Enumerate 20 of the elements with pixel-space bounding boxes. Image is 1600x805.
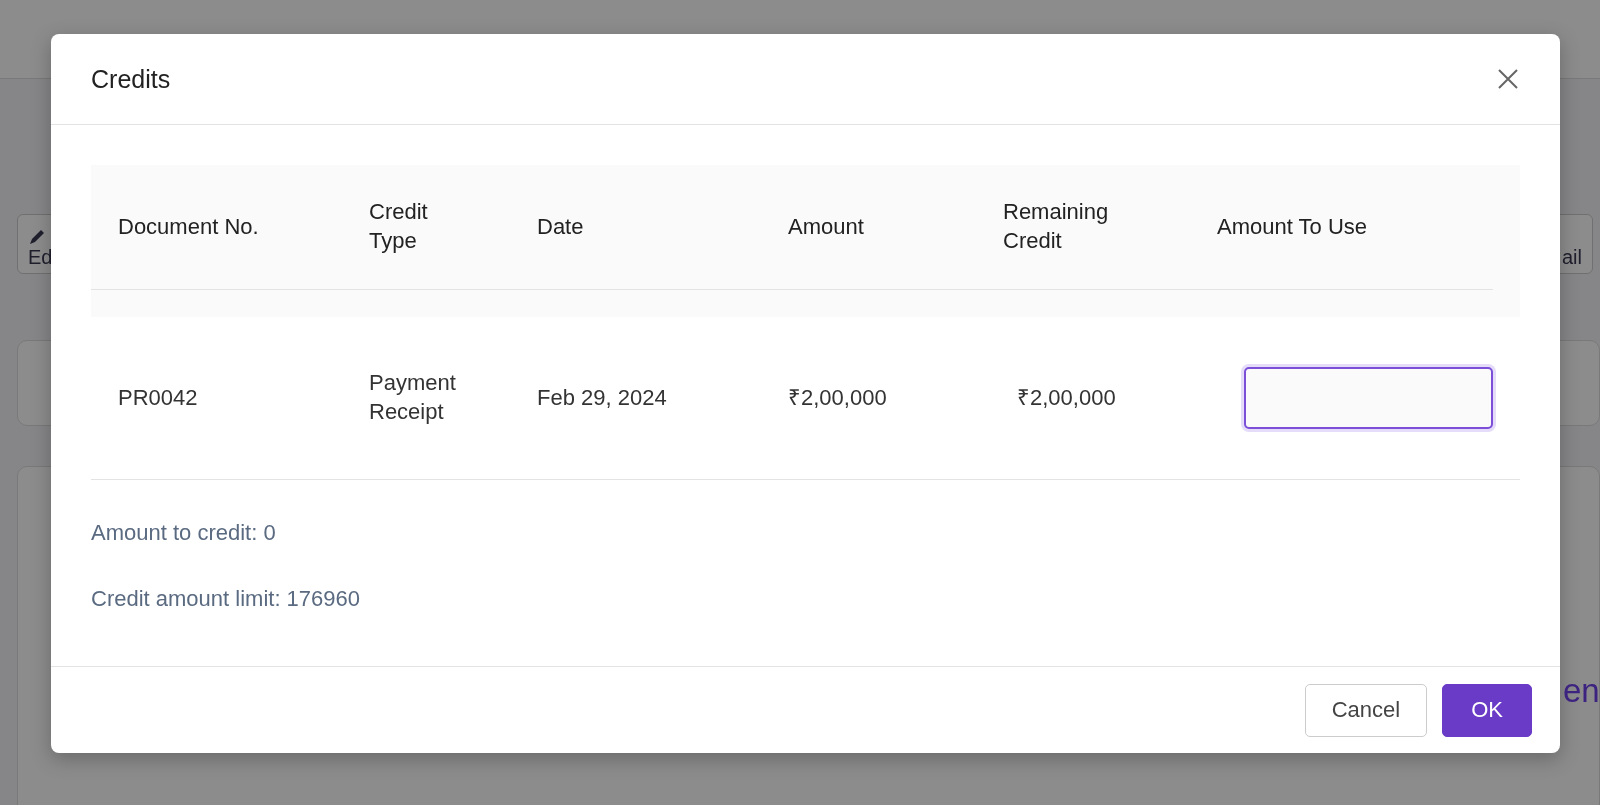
table-cell-text: PR0042 [118,383,199,412]
ok-button[interactable]: OK [1442,683,1532,737]
column-header: Credit Type [369,198,429,255]
table-cell-text: Feb 29, 2024 [537,383,668,412]
summary-text: Amount to credit: 0 [91,520,277,546]
close-icon[interactable] [1498,69,1518,89]
summary-text: Credit amount limit: 176960 [91,586,362,612]
table-cell-text: ₹2,00,000 [1016,383,1117,412]
table-cell-text: Payment Receipt [369,369,457,426]
column-header: Amount To Use [1217,212,1368,241]
column-header: Remaining Credit [1003,198,1110,255]
table-cell-text: ₹2,00,000 [788,383,888,412]
pencil-icon [28,228,46,246]
column-header: Document No. [118,212,260,241]
column-header: Date [537,212,585,241]
input-field[interactable] [1244,367,1493,429]
column-header: Amount [788,212,865,241]
heading-text: en [1563,672,1600,710]
cancel-button[interactable]: Cancel [1304,683,1428,737]
dialog-title: Credits [91,64,171,94]
